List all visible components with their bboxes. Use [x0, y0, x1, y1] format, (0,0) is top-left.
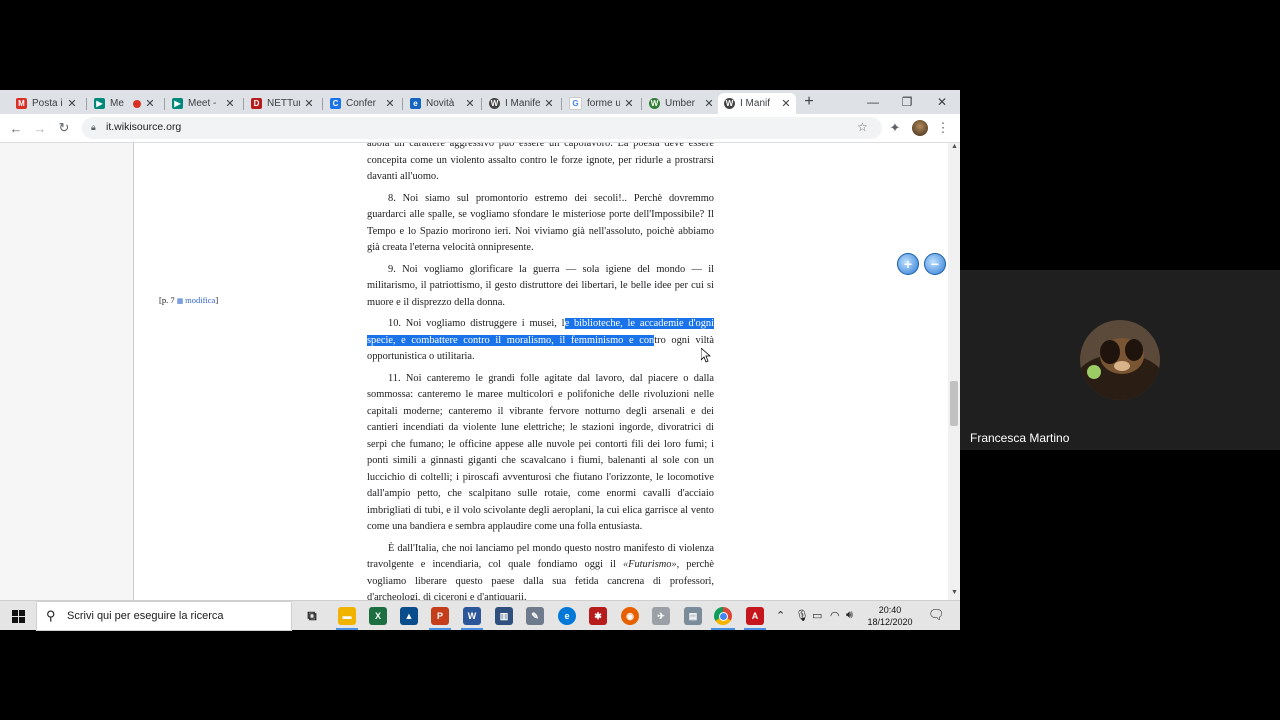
- firefox-icon[interactable]: ◉: [621, 607, 639, 625]
- tab-gmail[interactable]: M Posta in ✕: [10, 93, 82, 114]
- tab-close-icon[interactable]: ✕: [624, 97, 634, 110]
- notifications-icon[interactable]: 🗨︎: [928, 607, 945, 623]
- tray-chevron-icon[interactable]: ⌃: [776, 609, 785, 622]
- tab-strip: M Posta in ✕ ▶ Me ✕ ▶ Meet - ✕ D NETTur …: [0, 90, 960, 114]
- url-text: it.wikisource.org: [106, 121, 182, 133]
- nettuno-icon: D: [251, 98, 262, 109]
- forward-button[interactable]: →: [31, 119, 49, 137]
- mouse-cursor-icon: [701, 348, 711, 363]
- excel-icon[interactable]: X: [369, 607, 387, 625]
- lock-icon: 🔒︎: [91, 122, 96, 132]
- page-reference: [p. 7 ▦ modifica]: [159, 295, 219, 305]
- edit-link[interactable]: modifica: [185, 295, 215, 305]
- search-placeholder: Scrivi qui per eseguire la ricerca: [67, 610, 224, 622]
- tab-close-icon[interactable]: ✕: [225, 97, 235, 110]
- participant-avatar: [1080, 320, 1160, 400]
- bookmark-star-icon[interactable]: ☆: [857, 120, 868, 134]
- wikisource-icon: W: [724, 98, 735, 109]
- tab-wikipedia[interactable]: W Umber ✕: [643, 93, 719, 114]
- tab-close-icon[interactable]: ✕: [465, 97, 475, 110]
- tab-close-icon[interactable]: ✕: [67, 97, 77, 110]
- meet-icon: ▶: [94, 98, 105, 109]
- vertical-scrollbar[interactable]: ▲ ▼: [948, 143, 960, 600]
- recording-icon: [133, 99, 141, 108]
- library-icon[interactable]: ▥: [495, 607, 513, 625]
- app-window-icon[interactable]: ▤: [684, 607, 702, 625]
- scroll-down-arrow-icon[interactable]: ▼: [951, 589, 958, 596]
- paragraph-11: 11. Noi canteremo le grandi folle agitat…: [367, 372, 714, 533]
- address-bar[interactable]: 🔒︎ it.wikisource.org ☆: [82, 117, 882, 139]
- tab-wikisource-1[interactable]: W I Manife ✕: [483, 93, 559, 114]
- edge-icon[interactable]: e: [558, 607, 576, 625]
- participant-name: Francesca Martino: [970, 431, 1070, 445]
- tab-close-icon[interactable]: ✕: [781, 97, 791, 110]
- maximize-button[interactable]: ❐: [890, 90, 924, 114]
- browser-toolbar: ← → ↻ 🔒︎ it.wikisource.org ☆ ✦ ⋮: [0, 114, 960, 143]
- battery-icon[interactable]: ▭: [812, 609, 822, 622]
- paragraph-10: 10. Noi vogliamo distruggere i musei, le…: [367, 318, 715, 362]
- windows-logo-icon: [11, 609, 25, 623]
- task-view-icon[interactable]: ⧉: [303, 607, 321, 625]
- manifesto-text: abbia un carattere aggressivo può essere…: [367, 143, 715, 601]
- minimize-button[interactable]: —: [856, 90, 890, 114]
- tab-meet[interactable]: ▶ Meet - ✕: [166, 93, 240, 114]
- tab-close-icon[interactable]: ✕: [544, 97, 554, 110]
- new-tab-button[interactable]: +: [794, 90, 824, 114]
- taskbar-search-box[interactable]: ⚲ Scrivi qui per eseguire la ricerca: [36, 601, 292, 631]
- tab-close-icon[interactable]: ✕: [385, 97, 395, 110]
- browser-window: M Posta in ✕ ▶ Me ✕ ▶ Meet - ✕ D NETTur …: [0, 90, 960, 600]
- scroll-up-arrow-icon[interactable]: ▲: [951, 143, 958, 150]
- google-icon: G: [569, 97, 582, 110]
- profile-avatar[interactable]: [912, 120, 928, 136]
- scrollbar-thumb[interactable]: [950, 381, 958, 426]
- app-gray-icon[interactable]: ✈: [652, 607, 670, 625]
- paragraph-9: 9. Noi vogliamo glorificare la guerra — …: [367, 263, 714, 308]
- acrobat-icon[interactable]: A: [746, 607, 764, 625]
- start-button[interactable]: [0, 601, 36, 631]
- microphone-icon[interactable]: 🎙︎: [795, 609, 809, 622]
- tab-google[interactable]: G forme u ✕: [563, 93, 639, 114]
- word-icon[interactable]: W: [463, 607, 481, 625]
- tab-close-icon[interactable]: ✕: [704, 97, 714, 110]
- menu-kebab-icon[interactable]: ⋮: [934, 119, 952, 137]
- wikisource-icon: W: [489, 98, 500, 109]
- tab-novita[interactable]: e Novità ✕: [404, 93, 480, 114]
- photos-icon[interactable]: ▲: [400, 607, 418, 625]
- wifi-icon[interactable]: ◠: [830, 609, 840, 622]
- edit-icon: ▦: [176, 297, 186, 305]
- extensions-icon[interactable]: ✦: [886, 119, 904, 137]
- app-red-icon[interactable]: ✱: [589, 607, 607, 625]
- search-icon: ⚲: [46, 608, 56, 623]
- reload-button[interactable]: ↻: [55, 119, 73, 137]
- gmail-icon: M: [16, 98, 27, 109]
- taskbar-clock[interactable]: 20:40 18/12/2020: [862, 604, 918, 628]
- windows-taskbar: ⚲ Scrivi qui per eseguire la ricerca ⧉ ▬…: [0, 600, 960, 631]
- zoom-out-icon[interactable]: −: [924, 253, 946, 275]
- tab-wikisource-active[interactable]: W I Manif ✕: [718, 93, 796, 114]
- page-viewport: [p. 7 ▦ modifica] abbia un carattere agg…: [0, 143, 960, 600]
- powerpoint-icon[interactable]: P: [431, 607, 449, 625]
- conference-icon: C: [330, 98, 341, 109]
- tab-close-icon[interactable]: ✕: [304, 97, 314, 110]
- paragraph-7-end: abbia un carattere aggressivo può essere…: [367, 143, 714, 182]
- edge-news-icon: e: [410, 98, 421, 109]
- zoom-in-icon[interactable]: +: [897, 253, 919, 275]
- tab-nettuno[interactable]: D NETTur ✕: [245, 93, 319, 114]
- back-button[interactable]: ←: [7, 119, 25, 137]
- chrome-icon[interactable]: [714, 607, 732, 625]
- participant-tile: Francesca Martino: [960, 270, 1280, 450]
- wikipedia-icon: W: [649, 98, 660, 109]
- tab-close-icon[interactable]: ✕: [145, 97, 155, 110]
- paragraph-8: 8. Noi siamo sul promontorio estremo dei…: [367, 192, 714, 254]
- meet-icon: ▶: [172, 98, 183, 109]
- paragraph-12: È dall'Italia, che noi lanciamo pel mond…: [367, 542, 714, 601]
- volume-icon[interactable]: 🔊︎: [846, 609, 853, 622]
- close-window-button[interactable]: ✕: [925, 90, 959, 114]
- file-explorer-icon[interactable]: ▬: [338, 607, 356, 625]
- tab-meet-recording[interactable]: ▶ Me ✕: [88, 93, 160, 114]
- paint-icon[interactable]: ✎: [526, 607, 544, 625]
- tab-conference[interactable]: C Confer ✕: [324, 93, 400, 114]
